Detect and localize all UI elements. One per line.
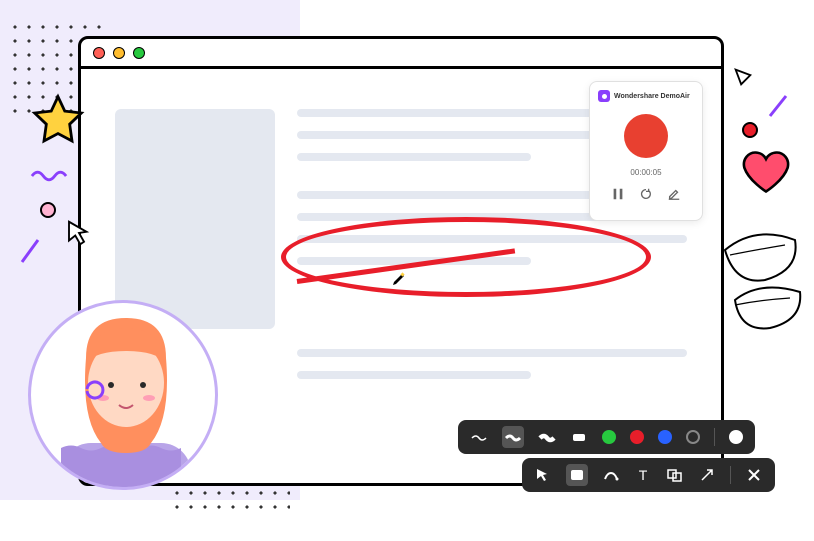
select-tool[interactable]: [534, 466, 552, 484]
thin-line-tool[interactable]: [470, 428, 488, 446]
recorder-controls: [611, 187, 681, 201]
toolbar-divider: [714, 428, 715, 446]
eraser-tool[interactable]: [570, 428, 588, 446]
brand-label: Wondershare DemoAir: [614, 93, 690, 100]
pause-icon[interactable]: [611, 187, 625, 201]
restart-icon[interactable]: [639, 187, 653, 201]
minimize-button[interactable]: [113, 47, 125, 59]
color-green[interactable]: [602, 430, 616, 444]
slash-icon: [764, 92, 792, 120]
shape-toolbar: T: [522, 458, 775, 492]
brush-toolbar: [458, 420, 755, 454]
draw-tool[interactable]: [602, 466, 620, 484]
brand-logo-icon: [598, 90, 610, 102]
color-blue[interactable]: [658, 430, 672, 444]
thick-line-tool[interactable]: [538, 428, 556, 446]
webcam-avatar[interactable]: [28, 300, 218, 490]
maximize-button[interactable]: [133, 47, 145, 59]
text-placeholder-block: [297, 349, 687, 393]
color-picker[interactable]: [686, 430, 700, 444]
rectangle-tool[interactable]: [566, 464, 588, 486]
shape-tool[interactable]: [666, 466, 684, 484]
color-red[interactable]: [630, 430, 644, 444]
recorder-panel: Wondershare DemoAir 00:00:05: [589, 81, 703, 221]
window-titlebar: [81, 39, 721, 69]
arrow-tool[interactable]: [698, 466, 716, 484]
pen-tip-icon: [391, 271, 407, 287]
avatar-illustration: [31, 303, 218, 490]
image-placeholder: [115, 109, 275, 329]
medium-line-tool[interactable]: [502, 426, 524, 448]
close-button[interactable]: [93, 47, 105, 59]
text-tool[interactable]: T: [634, 466, 652, 484]
recorder-brand: Wondershare DemoAir: [598, 90, 690, 102]
triangle-icon: [732, 66, 754, 88]
red-dot-icon: [740, 120, 760, 140]
toolbar-divider: [730, 466, 731, 484]
heart-icon: [738, 146, 794, 198]
record-button[interactable]: [624, 114, 668, 158]
recording-timer: 00:00:05: [630, 168, 661, 177]
close-tool[interactable]: [745, 466, 763, 484]
color-white[interactable]: [729, 430, 743, 444]
edit-icon[interactable]: [667, 187, 681, 201]
